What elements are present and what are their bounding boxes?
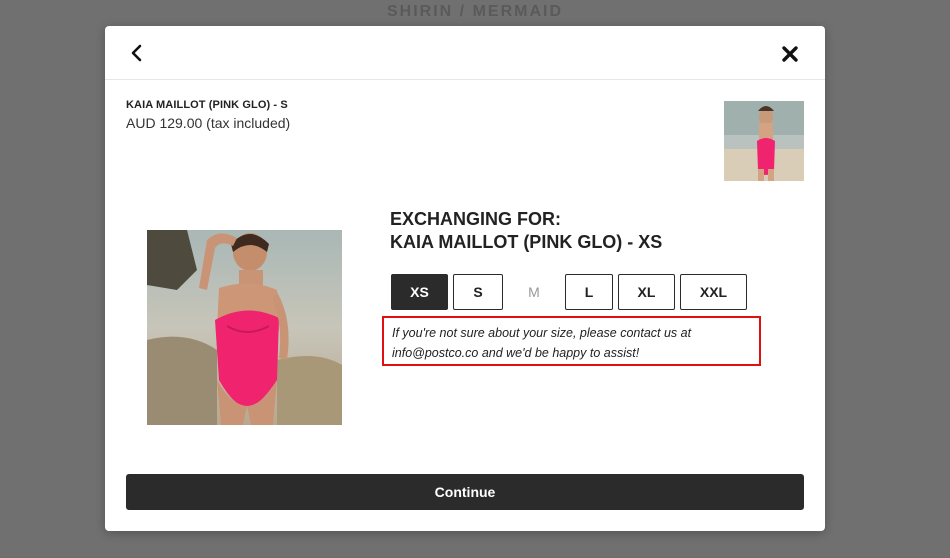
exchange-heading-label: EXCHANGING FOR: (390, 209, 561, 229)
size-option-xxl[interactable]: XXL (680, 274, 747, 310)
original-item-name: KAIA MAILLOT (PINK GLO) - S (126, 99, 288, 111)
size-option-s[interactable]: S (453, 274, 503, 310)
size-help-note: If you're not sure about your size, plea… (382, 316, 761, 366)
exchange-modal: KAIA MAILLOT (PINK GLO) - S AUD 129.00 (… (105, 26, 825, 531)
size-selector: XS S M L XL XXL (391, 274, 747, 310)
continue-button[interactable]: Continue (126, 474, 804, 510)
exchange-item-name: KAIA MAILLOT (PINK GLO) - XS (390, 232, 663, 252)
original-item-thumbnail (724, 101, 804, 181)
size-option-xs[interactable]: XS (391, 274, 448, 310)
back-button[interactable] (127, 43, 147, 63)
background-page-title: SHIRIN / MERMAID (387, 3, 563, 20)
size-option-xl[interactable]: XL (618, 274, 675, 310)
size-option-m: M (508, 274, 560, 310)
original-item: KAIA MAILLOT (PINK GLO) - S AUD 129.00 (… (126, 99, 290, 131)
close-icon (782, 46, 798, 62)
modal-header (105, 26, 825, 80)
size-option-l[interactable]: L (565, 274, 613, 310)
chevron-left-icon (131, 44, 142, 62)
original-item-price: AUD 129.00 (tax included) (126, 115, 291, 131)
close-button[interactable] (781, 45, 799, 63)
exchange-heading: EXCHANGING FOR: KAIA MAILLOT (PINK GLO) … (390, 208, 662, 254)
exchange-item-image (147, 230, 342, 425)
